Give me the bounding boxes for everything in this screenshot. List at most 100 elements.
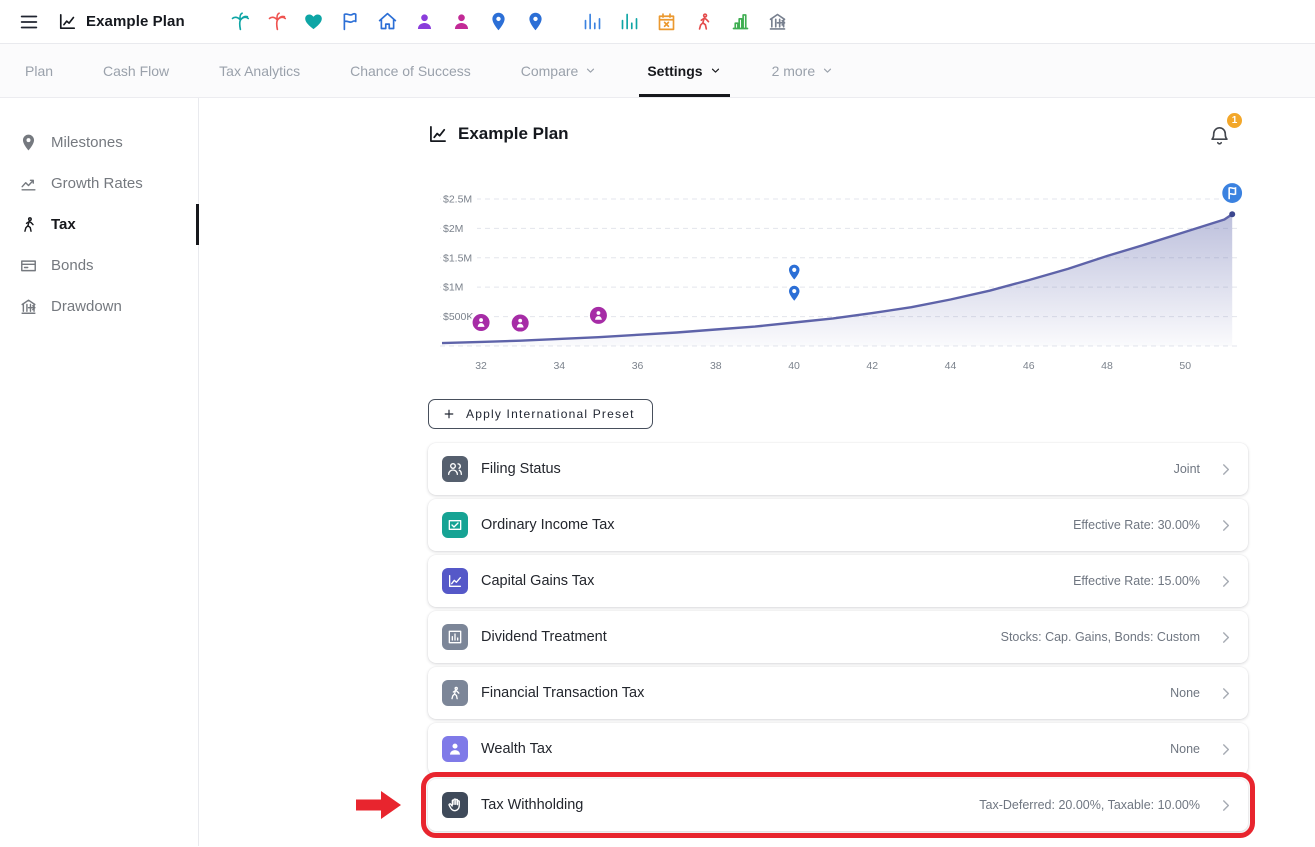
chevron-right-icon: [1217, 517, 1234, 534]
setting-label: Capital Gains Tax: [481, 573, 594, 589]
settings-row-capital-gains-tax[interactable]: Capital Gains Tax Effective Rate: 15.00%: [428, 555, 1248, 607]
notifications-button[interactable]: 1: [1208, 122, 1234, 148]
tab-2-more[interactable]: 2 more: [747, 44, 860, 97]
sidebar-item-label: Drawdown: [51, 298, 122, 315]
apply-international-preset-button[interactable]: Apply International Preset: [428, 399, 653, 429]
svg-text:$1M: $1M: [443, 282, 463, 294]
chevron-down-icon: [821, 64, 834, 77]
ascending-bars-toolbar-button[interactable]: [722, 5, 759, 39]
tab-cash-flow[interactable]: Cash Flow: [78, 44, 194, 97]
bar-chart-toolbar-button[interactable]: [611, 5, 648, 39]
chevron-down-icon: [709, 64, 722, 77]
map-pin-toolbar-button[interactable]: [480, 5, 517, 39]
walker-toolbar-button[interactable]: [685, 5, 722, 39]
bell-icon: [1208, 124, 1231, 147]
milestone-marker[interactable]: [472, 313, 491, 332]
milestone-marker[interactable]: [589, 306, 608, 325]
sidebar-item-tax[interactable]: Tax: [0, 204, 198, 245]
ordinary-income-tax-icon-badge: [442, 512, 468, 538]
settings-row-dividend-treatment[interactable]: Dividend TreatmentStocks: Cap. Gains, Bo…: [428, 611, 1248, 663]
setting-value: Effective Rate: 15.00%: [1073, 574, 1200, 588]
setting-label: Filing Status: [481, 461, 561, 477]
tab-label: Settings: [647, 63, 702, 79]
walker-icon: [19, 215, 38, 234]
sidebar-item-growth-rates[interactable]: Growth Rates: [0, 163, 198, 204]
milestone-marker[interactable]: [511, 314, 530, 333]
bank-icon: [767, 11, 788, 32]
map-pin-toolbar-button[interactable]: [517, 5, 554, 39]
house-toolbar-button[interactable]: [369, 5, 406, 39]
setting-value: Tax-Deferred: 20.00%, Taxable: 10.00%: [979, 798, 1200, 812]
tab-label: Cash Flow: [103, 63, 169, 79]
tab-label: Compare: [521, 63, 579, 79]
plan-logo: [428, 124, 448, 144]
chevron-right-icon: [1217, 461, 1234, 478]
calendar-toolbar-button[interactable]: [648, 5, 685, 39]
setting-value: Effective Rate: 30.00%: [1073, 518, 1200, 532]
tab-chance-of-success[interactable]: Chance of Success: [325, 44, 496, 97]
sidebar-item-milestones[interactable]: Milestones: [0, 122, 198, 163]
sidebar-item-label: Tax: [51, 216, 76, 233]
sidebar-item-drawdown[interactable]: Drawdown: [0, 286, 198, 327]
location-pin-marker[interactable]: [788, 285, 800, 302]
tab-settings[interactable]: Settings: [622, 44, 746, 97]
tab-plan[interactable]: Plan: [0, 44, 78, 97]
main-panel: Example Plan 1 $2.5M$2M$1.5M$1M$500K3234…: [199, 98, 1315, 846]
plus-icon-slot: [442, 407, 456, 421]
tab-compare[interactable]: Compare: [496, 44, 623, 97]
person-toolbar-button[interactable]: [443, 5, 480, 39]
chevron-right-icon: [1217, 797, 1234, 814]
settings-row-tax-withholding[interactable]: Tax WithholdingTax-Deferred: 20.00%, Tax…: [428, 779, 1248, 831]
bar-square-icon: [447, 629, 463, 645]
bank-icon: [19, 297, 38, 316]
flag-toolbar-button[interactable]: [332, 5, 369, 39]
bank-toolbar-button[interactable]: [759, 5, 796, 39]
notification-badge: 1: [1227, 113, 1242, 128]
person-icon: [414, 11, 435, 32]
dividend-treatment-icon-badge: [442, 624, 468, 650]
app-root: Example Plan PlanCash FlowTax AnalyticsC…: [0, 0, 1315, 847]
flag-marker[interactable]: [1221, 182, 1243, 204]
app-title: Example Plan: [86, 13, 185, 30]
tab-label: 2 more: [772, 63, 816, 79]
heart-toolbar-button[interactable]: [295, 5, 332, 39]
walker-icon: [693, 11, 714, 32]
tab-bar: Plan Cash Flow Tax AnalyticsChance of Succ…: [0, 44, 1315, 98]
svg-text:38: 38: [710, 360, 722, 372]
plan-chart: $2.5M$2M$1.5M$1M$500K3234363840424446485…: [428, 176, 1248, 381]
svg-text:32: 32: [475, 360, 487, 372]
wealth-tax-icon-badge: [442, 736, 468, 762]
tab-tax-analytics[interactable]: Tax Analytics: [194, 44, 325, 97]
settings-list: Filing StatusJointOrdinary Income TaxEff…: [428, 443, 1248, 831]
svg-text:48: 48: [1101, 360, 1113, 372]
growth-icon: [19, 174, 38, 193]
settings-row-wealth-tax[interactable]: Wealth TaxNone: [428, 723, 1248, 775]
bar-chart-toolbar-button[interactable]: [574, 5, 611, 39]
svg-text:46: 46: [1023, 360, 1035, 372]
calendar-icon: [656, 11, 677, 32]
sidebar-item-label: Bonds: [51, 257, 94, 274]
logo-chart-icon: [428, 124, 448, 144]
settings-row-ordinary-income-tax[interactable]: Ordinary Income TaxEffective Rate: 30.00…: [428, 499, 1248, 551]
ascending-bars-icon: [730, 11, 751, 32]
top-bar: Example Plan: [0, 0, 1315, 44]
chevron-down-icon: [584, 64, 597, 77]
plan-header: Example Plan: [428, 124, 1248, 144]
map-pin-icon: [525, 11, 546, 32]
palm-tree-toolbar-button[interactable]: [221, 5, 258, 39]
check-card-icon: [447, 517, 463, 533]
location-pin-marker[interactable]: [788, 264, 800, 281]
palm-tree-toolbar-button[interactable]: [258, 5, 295, 39]
settings-row-financial-transaction-tax[interactable]: Financial Transaction TaxNone: [428, 667, 1248, 719]
heart-icon: [303, 11, 324, 32]
setting-value: None: [1170, 686, 1200, 700]
svg-text:44: 44: [945, 360, 957, 372]
sidebar-item-bonds[interactable]: Bonds: [0, 245, 198, 286]
settings-row-filing-status[interactable]: Filing StatusJoint: [428, 443, 1248, 495]
annotation-arrow: [356, 788, 402, 822]
menu-button[interactable]: [12, 6, 46, 38]
sidebar-item-label: Growth Rates: [51, 175, 143, 192]
toolbar-icon-group: [221, 5, 796, 39]
person-toolbar-button[interactable]: [406, 5, 443, 39]
main-content: Example Plan 1 $2.5M$2M$1.5M$1M$500K3234…: [428, 98, 1248, 831]
